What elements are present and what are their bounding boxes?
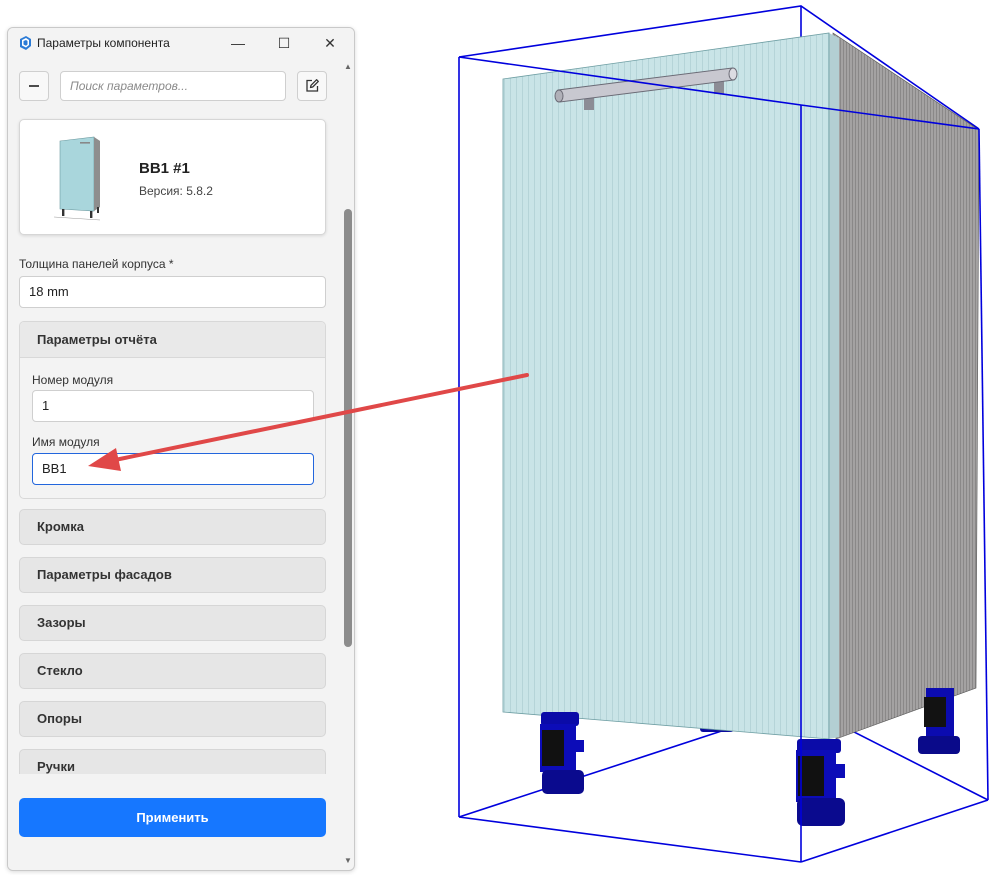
maximize-icon: ☐	[277, 34, 291, 51]
section-facade-parameters[interactable]: Параметры фасадов	[19, 557, 326, 593]
cabinet-thumbnail	[53, 136, 101, 221]
section-edge[interactable]: Кромка	[19, 509, 326, 545]
minimize-icon: —	[231, 35, 245, 51]
edit-button[interactable]	[297, 71, 327, 101]
maximize-button[interactable]: ☐	[261, 28, 307, 58]
component-version: Версия: 5.8.2	[139, 184, 213, 198]
component-card: BB1 #1 Версия: 5.8.2	[19, 119, 326, 235]
panel-thickness-input[interactable]: 18 mm	[19, 276, 326, 308]
module-number-label: Номер модуля	[32, 373, 114, 387]
side-panel	[832, 32, 980, 740]
title-bar[interactable]: Параметры компонента — ☐ ✕	[8, 28, 354, 58]
component-parameters-window: Параметры компонента — ☐ ✕ BB1 #1 Версия…	[7, 27, 355, 871]
search-input[interactable]	[60, 71, 286, 101]
scroll-down-arrow-icon[interactable]: ▼	[344, 856, 352, 865]
collapse-button[interactable]	[19, 71, 49, 101]
edit-icon	[306, 79, 319, 92]
scrollbar[interactable]: ▲ ▼	[342, 58, 354, 870]
close-button[interactable]: ✕	[307, 28, 353, 58]
panel-thickness-label: Толщина панелей корпуса *	[19, 257, 174, 271]
cabinet-3d-viewport[interactable]	[360, 0, 1007, 875]
scroll-up-arrow-icon[interactable]: ▲	[344, 62, 352, 71]
report-parameters-header[interactable]: Параметры отчёта	[20, 322, 325, 358]
minus-icon	[29, 85, 39, 87]
sketchup-app-icon	[20, 36, 31, 50]
module-name-label: Имя модуля	[32, 435, 100, 449]
door-panel	[502, 32, 830, 740]
scrollbar-thumb[interactable]	[344, 209, 352, 647]
apply-button[interactable]: Применить	[19, 798, 326, 837]
module-number-input[interactable]: 1	[32, 390, 314, 422]
close-icon: ✕	[324, 34, 336, 51]
section-supports[interactable]: Опоры	[19, 701, 326, 737]
section-glass[interactable]: Стекло	[19, 653, 326, 689]
component-name: BB1 #1	[139, 160, 190, 177]
window-title: Параметры компонента	[37, 36, 170, 50]
module-name-input[interactable]: BB1	[32, 453, 314, 485]
minimize-button[interactable]: —	[215, 28, 261, 58]
section-gaps[interactable]: Зазоры	[19, 605, 326, 641]
